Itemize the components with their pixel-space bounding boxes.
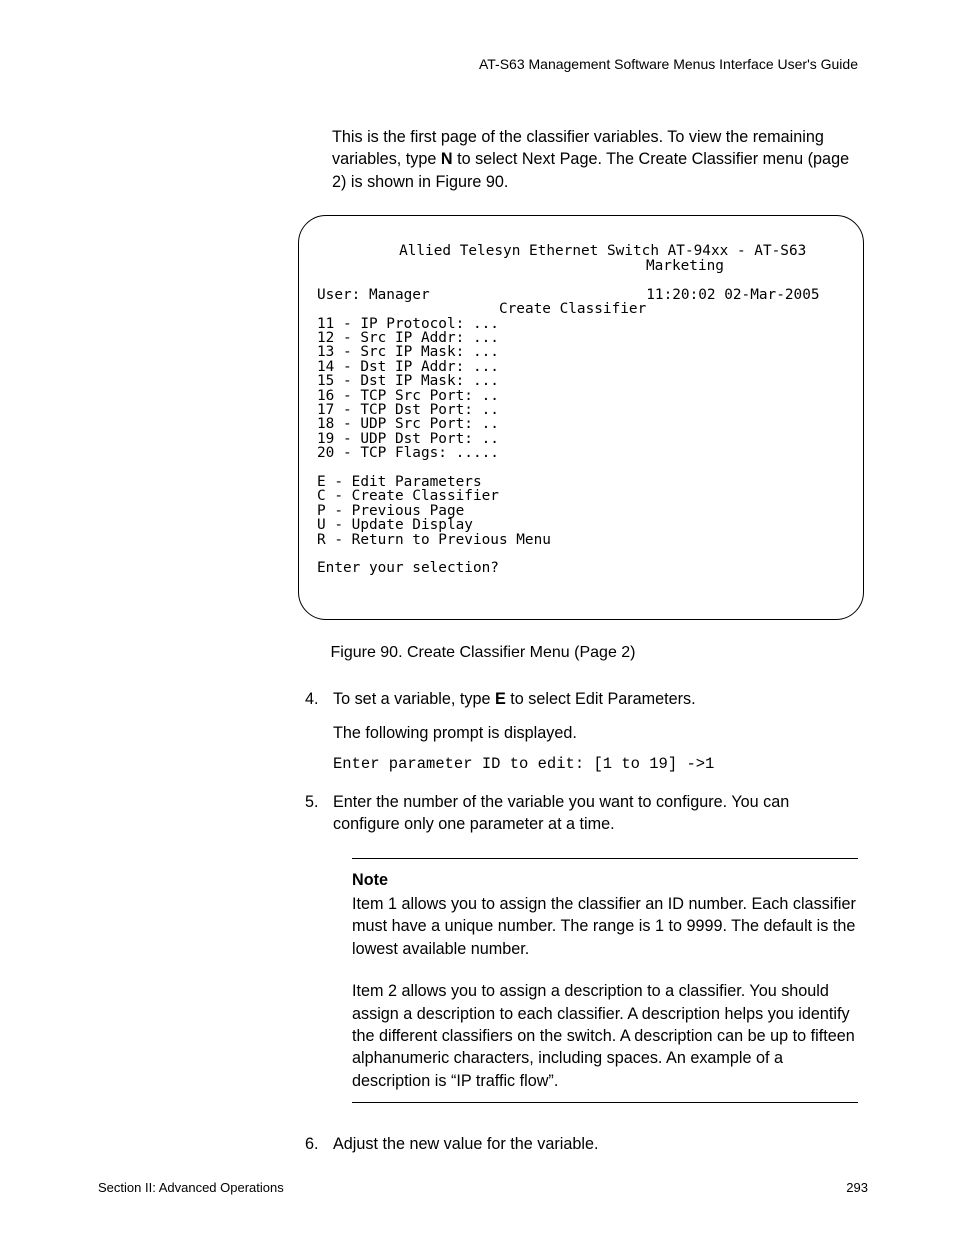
terminal-screen: Allied Telesyn Ethernet Switch AT-94xx -… [298, 215, 864, 620]
footer-section: Section II: Advanced Operations [98, 1180, 284, 1195]
terminal-figure: Allied Telesyn Ethernet Switch AT-94xx -… [298, 215, 864, 620]
step-6: 6. Adjust the new value for the variable… [305, 1133, 858, 1155]
terminal-content: Allied Telesyn Ethernet Switch AT-94xx -… [317, 244, 845, 575]
step-4-prompt: Enter parameter ID to edit: [1 to 19] ->… [333, 755, 868, 773]
running-header: AT-S63 Management Software Menus Interfa… [98, 56, 858, 72]
note-block: Note Item 1 allows you to assign the cla… [352, 858, 858, 1103]
intro-paragraph: This is the first page of the classifier… [332, 126, 858, 193]
step-number: 4. [305, 688, 333, 710]
terminal-prompt: Enter your selection? [317, 560, 499, 576]
terminal-row: 20 - TCP Flags: ..... [317, 445, 499, 461]
note-title: Note [352, 869, 858, 891]
step-text: Enter the number of the variable you wan… [333, 791, 858, 836]
step-4: 4. To set a variable, type E to select E… [305, 688, 858, 710]
page: AT-S63 Management Software Menus Interfa… [0, 0, 954, 1235]
note-paragraph-2: Item 2 allows you to assign a descriptio… [352, 980, 858, 1092]
step-number: 5. [305, 791, 333, 836]
terminal-cmd: R - Return to Previous Menu [317, 532, 551, 548]
intro-key: N [441, 150, 453, 168]
step-text: To set a variable, type E to select Edit… [333, 688, 858, 710]
step-4-subtext: The following prompt is displayed. [333, 724, 858, 743]
step-number: 6. [305, 1133, 333, 1155]
figure-caption: Figure 90. Create Classifier Menu (Page … [98, 644, 868, 662]
footer-page-number: 293 [846, 1180, 868, 1195]
terminal-subtitle: Create Classifier [499, 301, 646, 317]
step-5: 5. Enter the number of the variable you … [305, 791, 858, 836]
terminal-title1: Allied Telesyn Ethernet Switch AT-94xx -… [317, 244, 845, 273]
note-paragraph-1: Item 1 allows you to assign the classifi… [352, 893, 858, 960]
page-footer: Section II: Advanced Operations 293 [98, 1180, 868, 1195]
step-text: Adjust the new value for the variable. [333, 1133, 858, 1155]
